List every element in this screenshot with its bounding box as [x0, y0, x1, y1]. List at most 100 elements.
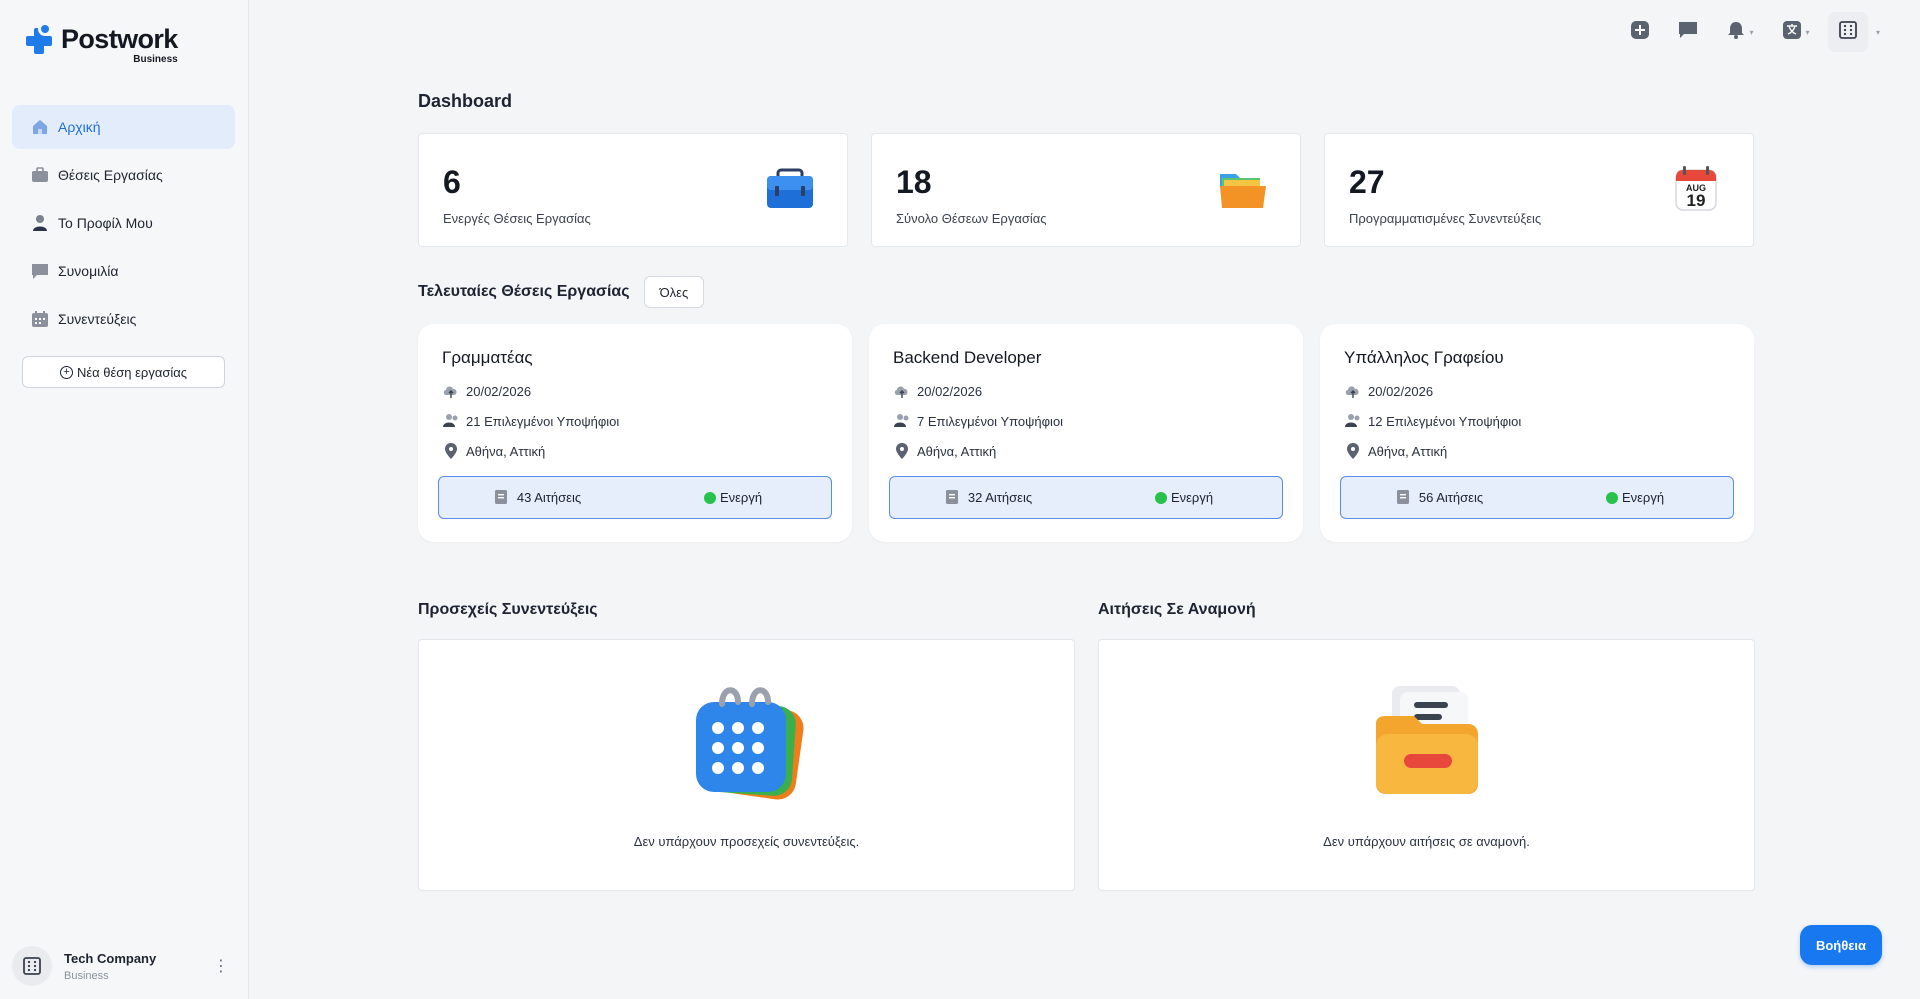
document-icon [1395, 489, 1413, 507]
job-date: 20/02/2026 [442, 382, 531, 400]
sidebar-item-label: Συνεντεύξεις [58, 311, 137, 327]
status-dot [1605, 491, 1618, 504]
stat-card-scheduled-interviews[interactable]: 27 Προγραμματισμένες Συνεντεύξεις AUG 19 [1324, 133, 1754, 247]
calendar-illustration-icon [682, 676, 812, 806]
status-dot [1154, 491, 1167, 504]
sidebar-item-jobs[interactable]: Θέσεις Εργασίας [12, 153, 235, 197]
pending-applications-title: Αιτήσεις Σε Αναμονή [1098, 601, 1256, 618]
job-status: Ενεργή [1621, 490, 1665, 505]
stat-value: 27 [1349, 164, 1385, 200]
job-date: 20/02/2026 [1344, 382, 1433, 400]
new-job-button[interactable]: + Νέα θέση εργασίας [22, 356, 225, 388]
pending-empty-text: Δεν υπάρχουν αιτήσεις σε αναμονή. [1323, 834, 1530, 849]
users-icon [893, 412, 911, 430]
sidebar-item-label: Το Προφίλ Μου [58, 215, 153, 231]
building-icon [12, 946, 52, 986]
upcoming-empty-text: Δεν υπάρχουν προσεχείς συνεντεύξεις. [633, 834, 860, 849]
pending-applications-panel: Δεν υπάρχουν αιτήσεις σε αναμονή. [1098, 639, 1755, 891]
company-switch-button[interactable] [1827, 12, 1868, 52]
job-location-text: Αθήνα, Αττική [466, 443, 546, 459]
job-card[interactable]: Backend Developer 20/02/2026 7 Επιλεγμέν… [869, 324, 1303, 542]
notifications-button[interactable]: ▾ [1716, 12, 1764, 52]
job-candidates-text: 12 Επιλεγμένοι Υποψήφιοι [1368, 413, 1522, 429]
job-date-text: 20/02/2026 [466, 383, 532, 399]
sidebar-item-interviews[interactable]: Συνεντεύξεις [12, 297, 235, 341]
upcoming-interviews-title: Προσεχείς Συνεντεύξεις [418, 601, 598, 618]
document-icon [493, 489, 511, 507]
company-name: Tech Company [64, 950, 157, 966]
calendar-badge-day: 19 [1687, 191, 1706, 210]
brand-subtitle: Business [133, 54, 178, 65]
job-status: Ενεργή [719, 490, 763, 505]
briefcase-icon [765, 164, 815, 214]
plus-circle-icon: + [59, 365, 73, 379]
messages-button[interactable] [1668, 12, 1708, 52]
cloud-upload-icon [442, 382, 460, 400]
job-date: 20/02/2026 [893, 382, 982, 400]
stat-value: 18 [896, 164, 932, 200]
upcoming-interviews-panel: Δεν υπάρχουν προσεχείς συνεντεύξεις. [418, 639, 1075, 891]
sidebar-item-profile[interactable]: Το Προφίλ Μου [12, 201, 235, 245]
sidebar-item-label: Θέσεις Εργασίας [58, 167, 163, 183]
job-title: Υπάλληλος Γραφείου [1344, 348, 1504, 367]
all-jobs-button[interactable]: Όλες [643, 276, 705, 308]
building-icon [1837, 19, 1859, 46]
job-applications: 43 Αιτήσεις [516, 490, 582, 505]
stat-label: Προγραμματισμένες Συνεντεύξεις [1349, 211, 1542, 226]
folder-illustration-icon [1362, 676, 1492, 806]
job-footer[interactable]: 32 Αιτήσεις Ενεργή [889, 476, 1283, 519]
users-icon [442, 412, 460, 430]
logo-mark-icon [26, 22, 58, 54]
chevron-down-icon: ▾ [1805, 27, 1810, 37]
job-location: Αθήνα, Αττική [1344, 442, 1447, 460]
brand-name: Postwork [61, 24, 178, 54]
map-pin-icon [442, 442, 460, 460]
status-dot [703, 491, 716, 504]
sidebar-nav: Αρχική Θέσεις Εργασίας Το Προφίλ Μου Συν… [12, 105, 235, 345]
calendar-icon: AUG 19 [1671, 164, 1721, 214]
job-location-text: Αθήνα, Αττική [917, 443, 997, 459]
user-icon [30, 213, 50, 233]
job-candidates-text: 7 Επιλεγμένοι Υποψήφιοι [917, 413, 1064, 429]
create-button[interactable] [1620, 12, 1660, 52]
job-applications: 32 Αιτήσεις [967, 490, 1033, 505]
language-button[interactable]: ▾ [1772, 12, 1820, 52]
job-location: Αθήνα, Αττική [893, 442, 996, 460]
sidebar-item-home[interactable]: Αρχική [12, 105, 235, 149]
document-icon [944, 489, 962, 507]
job-card[interactable]: Γραμματέας 20/02/2026 21 Επιλεγμένοι Υπο… [418, 324, 852, 542]
job-date-text: 20/02/2026 [1368, 383, 1434, 399]
sidebar-item-chat[interactable]: Συνομιλία [12, 249, 235, 293]
folder-icon [1218, 164, 1268, 214]
sidebar: Postwork Business Αρχική Θέσεις Εργασίας… [0, 0, 249, 999]
job-candidates-text: 21 Επιλεγμένοι Υποψήφιοι [466, 413, 620, 429]
recent-jobs-header: Τελευταίες Θέσεις Εργασίας Όλες [418, 276, 705, 308]
stat-card-active-jobs[interactable]: 6 Ενεργές Θέσεις Εργασίας [418, 133, 848, 247]
stat-value: 6 [443, 164, 461, 200]
help-button[interactable]: Βοήθεια [1800, 925, 1882, 965]
stat-label: Ενεργές Θέσεις Εργασίας [443, 211, 591, 226]
map-pin-icon [1344, 442, 1362, 460]
brand-logo[interactable]: Postwork Business [26, 22, 178, 65]
translate-icon [1782, 20, 1802, 45]
job-footer[interactable]: 56 Αιτήσεις Ενεργή [1340, 476, 1734, 519]
recent-jobs-title: Τελευταίες Θέσεις Εργασίας [418, 283, 630, 300]
calendar-icon [30, 309, 50, 329]
users-icon [1344, 412, 1362, 430]
sidebar-item-label: Αρχική [58, 119, 101, 135]
company-account[interactable]: Tech Company Business ⋮ [12, 944, 237, 988]
job-card[interactable]: Υπάλληλος Γραφείου 20/02/2026 12 Επιλεγμ… [1320, 324, 1754, 542]
more-vertical-icon[interactable]: ⋮ [213, 956, 229, 976]
stat-card-total-jobs[interactable]: 18 Σύνολο Θέσεων Εργασίας [871, 133, 1301, 247]
page-title: Dashboard [418, 91, 513, 111]
map-pin-icon [893, 442, 911, 460]
job-applications: 56 Αιτήσεις [1418, 490, 1484, 505]
company-type: Business [64, 969, 109, 982]
job-title: Backend Developer [893, 348, 1042, 367]
job-status: Ενεργή [1170, 490, 1214, 505]
stat-label: Σύνολο Θέσεων Εργασίας [896, 211, 1047, 226]
job-footer[interactable]: 43 Αιτήσεις Ενεργή [438, 476, 832, 519]
bell-icon [1726, 20, 1746, 45]
sidebar-item-label: Συνομιλία [58, 263, 119, 279]
chevron-down-icon[interactable]: ▾ [1876, 28, 1880, 37]
